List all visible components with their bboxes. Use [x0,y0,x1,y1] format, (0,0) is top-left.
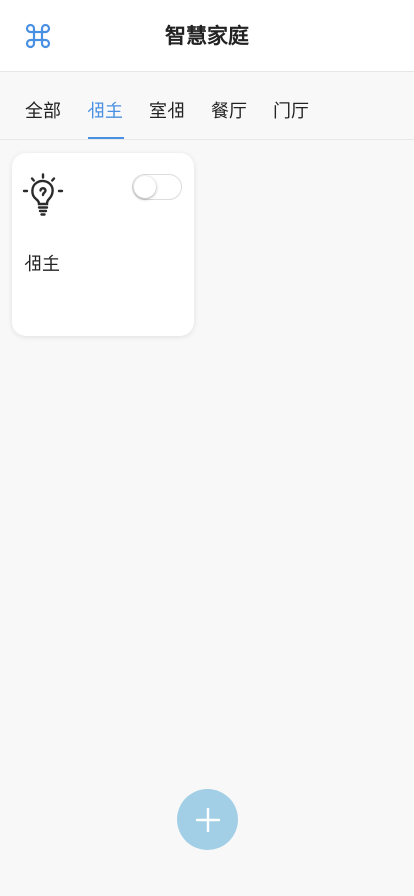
device-name: 主卧 [24,254,60,275]
app-header: 智慧家庭 [0,0,414,72]
room-tabs: 全部 主卧 卧室 餐厅 门厅 [0,72,414,140]
toggle-knob [134,176,156,198]
active-tab-indicator [88,137,124,139]
tab-master-bedroom-label: 主卧 [87,101,123,122]
tab-dining-room[interactable]: 餐厅 [211,100,247,124]
device-power-toggle[interactable] [132,174,182,200]
page-title: 智慧家庭 [165,24,249,48]
tab-bedroom[interactable]: 卧室 [149,100,185,124]
tab-bedroom-label: 卧室 [149,101,185,122]
plus-icon [195,807,220,832]
tab-hallway[interactable]: 门厅 [273,100,309,124]
tab-master-bedroom[interactable]: 主卧 [87,100,123,124]
lightbulb-icon [22,173,64,216]
add-device-button[interactable] [177,789,238,850]
tab-all[interactable]: 全部 [25,100,61,124]
device-card[interactable]: 主卧 [12,153,194,336]
